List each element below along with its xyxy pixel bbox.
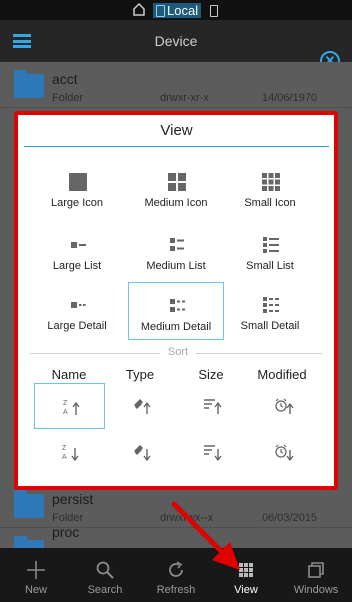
view-option-label: Large Icon [51, 197, 103, 209]
type-ascending-icon [134, 399, 151, 414]
windows-button[interactable]: Windows [281, 548, 351, 602]
large-icon-grid-icon [69, 173, 87, 191]
type-descending-icon [134, 445, 151, 462]
small-icon-grid-icon [262, 173, 280, 191]
view-option-large-list[interactable]: Large List [29, 222, 125, 280]
file-name: acct [52, 71, 78, 87]
view-option-label: Small Detail [240, 320, 300, 332]
view-option-label: Medium List [146, 260, 206, 272]
folder-icon [14, 70, 44, 98]
view-option-medium-icon[interactable]: Medium Icon [128, 159, 224, 217]
sort-header-name: Name [51, 367, 87, 382]
file-name: proc [52, 524, 80, 540]
local-label: Local [167, 3, 199, 18]
phone-icon[interactable] [209, 3, 218, 18]
medium-detail-icon [170, 299, 185, 312]
view-option-label: Small Icon [244, 197, 296, 209]
view-option-label: Large List [52, 260, 102, 272]
sort-name-ascending[interactable]: Z A [34, 383, 105, 429]
view-option-large-detail[interactable]: Large Detail [29, 282, 125, 340]
sort-size-ascending[interactable] [176, 383, 247, 429]
file-permissions: drwxr-xr-x [160, 92, 209, 104]
file-modified: 06/03/2015 [262, 512, 318, 524]
file-type: Folder [52, 512, 84, 524]
small-detail-icon [263, 297, 279, 313]
small-list-icon [263, 237, 279, 253]
view-option-large-icon[interactable]: Large Icon [29, 159, 125, 217]
sort-header-modified: Modified [257, 367, 307, 382]
file-type: Folder [52, 92, 84, 104]
view-option-small-icon[interactable]: Small Icon [222, 159, 318, 217]
folder-icon [14, 536, 44, 548]
search-icon [96, 561, 114, 579]
large-list-icon [71, 242, 86, 248]
name-ascending-icon: Z A [63, 400, 80, 416]
search-label: Search [87, 584, 123, 596]
view-option-label: Medium Icon [144, 197, 208, 209]
search-button[interactable]: Search [70, 548, 140, 602]
file-name: persist [52, 491, 94, 507]
windows-icon [308, 562, 324, 578]
home-icon[interactable] [133, 2, 145, 18]
sort-type-ascending[interactable] [105, 383, 176, 429]
sort-modified-ascending[interactable] [247, 383, 318, 429]
size-ascending-icon [204, 399, 222, 414]
modified-ascending-icon [275, 398, 294, 414]
sort-divider-left [30, 353, 160, 354]
sort-divider-right [196, 353, 322, 354]
view-option-medium-detail[interactable]: Medium Detail [128, 282, 224, 340]
view-option-label: Large Detail [47, 320, 107, 332]
name-descending-icon: Z A [62, 445, 79, 462]
medium-icon-grid-icon [168, 173, 186, 191]
sort-modified-descending[interactable] [247, 429, 318, 475]
view-option-medium-list[interactable]: Medium List [128, 222, 224, 280]
file-modified: 14/06/1970 [262, 92, 318, 104]
dialog-title: View [24, 117, 329, 147]
sort-size-descending[interactable] [176, 429, 247, 475]
windows-label: Windows [293, 584, 339, 596]
local-location-tab[interactable]: Local [153, 3, 201, 18]
page-title: Device [154, 33, 198, 49]
svg-text:Z: Z [62, 445, 67, 452]
view-option-label: Medium Detail [140, 321, 212, 333]
medium-list-icon [170, 238, 184, 251]
plus-icon [27, 561, 45, 579]
red-arrow-icon [171, 501, 240, 570]
size-descending-icon [204, 445, 222, 462]
location-strip: Local [0, 0, 352, 20]
svg-text:A: A [63, 409, 68, 416]
refresh-label: Refresh [156, 584, 196, 596]
view-option-small-detail[interactable]: Small Detail [222, 282, 318, 340]
sort-header-type: Type [125, 367, 155, 382]
sort-header-size: Size [198, 367, 224, 382]
view-option-label: Small List [246, 260, 294, 272]
new-label: New [24, 584, 47, 596]
modified-descending-icon [275, 444, 294, 462]
sort-name-descending[interactable]: Z A [34, 429, 105, 475]
new-button[interactable]: New [1, 548, 71, 602]
view-dialog: View Large Icon Medium Icon Small Icon L… [24, 117, 329, 481]
folder-icon [14, 490, 44, 518]
large-detail-icon [71, 302, 86, 308]
app-bar: Device ✕ [0, 20, 352, 71]
sort-type-descending[interactable] [105, 429, 176, 475]
svg-text:A: A [62, 454, 67, 461]
svg-text:Z: Z [63, 400, 68, 407]
sort-caption: Sort [162, 346, 194, 358]
view-label: View [234, 584, 258, 596]
list-item[interactable]: acct Folder drwxr-xr-x 14/06/1970 [0, 62, 352, 108]
view-option-small-list[interactable]: Small List [222, 222, 318, 280]
